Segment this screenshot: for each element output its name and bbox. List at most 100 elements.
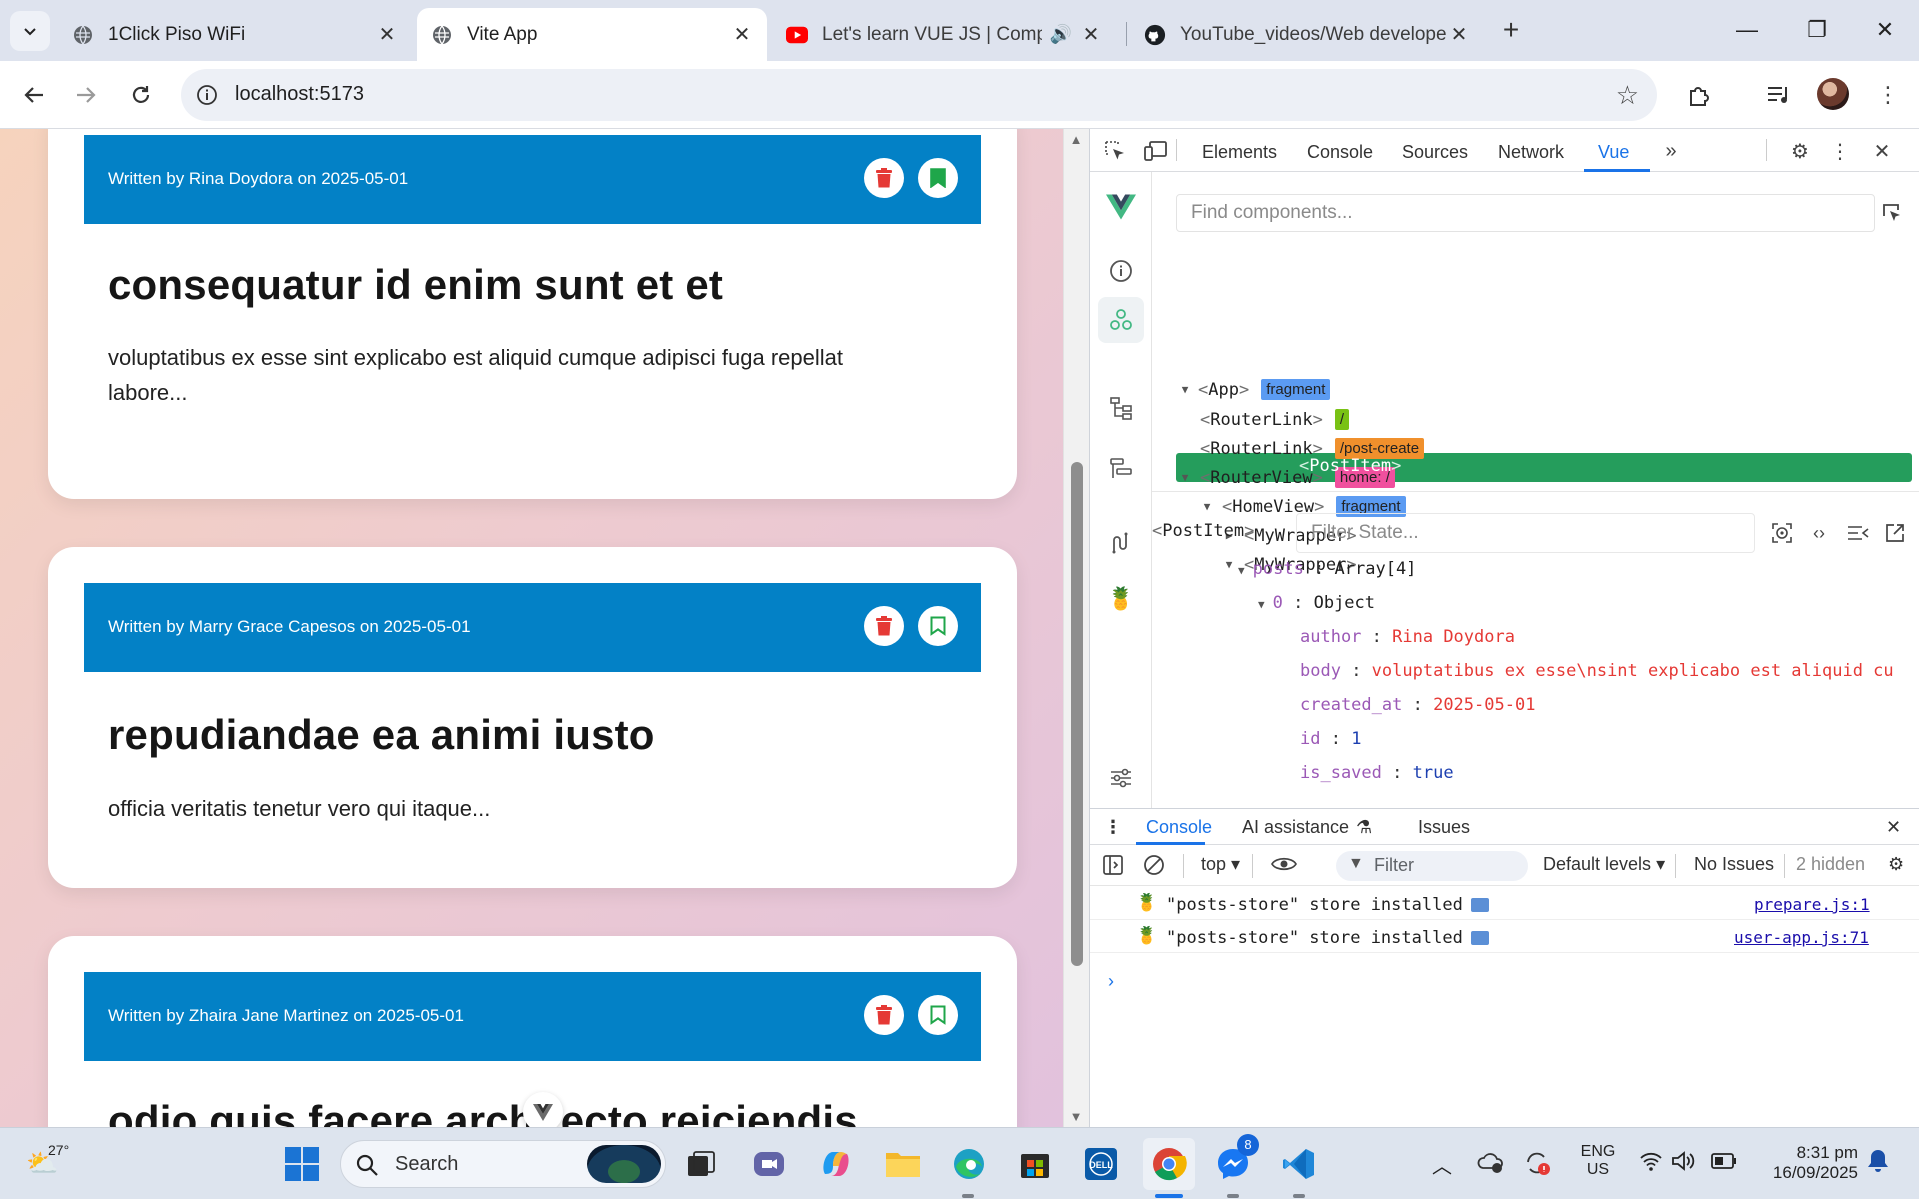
log-source-link[interactable]: user-app.js:71 — [1734, 928, 1869, 947]
caret-down-icon[interactable]: ▼ — [1238, 564, 1245, 577]
teams-meet-button[interactable] — [747, 1142, 791, 1186]
volume-icon[interactable] — [1671, 1150, 1697, 1177]
state-prop-id[interactable]: id : 1 — [1300, 729, 1361, 749]
state-prop-author[interactable]: author : Rina Doydora — [1300, 627, 1515, 647]
tree-node-postitem-label[interactable]: <PostItem> — [1299, 456, 1401, 476]
task-view-button[interactable] — [679, 1142, 723, 1186]
copilot-button[interactable] — [814, 1142, 858, 1186]
close-icon[interactable]: ✕ — [1448, 22, 1470, 47]
filter-state-input[interactable] — [1296, 513, 1755, 553]
page-scroll-thumb[interactable] — [1071, 462, 1083, 966]
reload-button[interactable] — [121, 75, 161, 115]
info-icon[interactable] — [1106, 256, 1136, 286]
caret-down-icon[interactable]: ▼ — [1200, 500, 1214, 513]
vue-devtools-toggle[interactable] — [523, 1092, 563, 1127]
scroll-down-icon[interactable]: ▼ — [1068, 1109, 1084, 1124]
scroll-up-icon[interactable]: ▲ — [1068, 132, 1084, 147]
minimize-button[interactable]: — — [1727, 12, 1767, 48]
caret-down-icon[interactable]: ▼ — [1222, 558, 1236, 571]
tree-node-routerlink[interactable]: < RouterLink > / — [1152, 405, 1919, 434]
delete-button[interactable] — [864, 995, 904, 1035]
state-posts-row[interactable]: ▼ posts : Array[4] — [1238, 559, 1416, 579]
forward-button[interactable] — [66, 75, 106, 115]
window-close-button[interactable]: ✕ — [1865, 12, 1905, 48]
delete-button[interactable] — [864, 606, 904, 646]
find-components-input[interactable] — [1176, 194, 1875, 232]
state-prop-created-at[interactable]: created_at : 2025-05-01 — [1300, 695, 1535, 715]
chrome-button[interactable] — [1143, 1138, 1195, 1190]
address-bar[interactable]: localhost:5173 ☆ — [181, 69, 1657, 121]
weather-widget[interactable]: ⛅ 27° — [26, 1142, 106, 1184]
battery-icon[interactable] — [1711, 1152, 1737, 1175]
file-explorer-button[interactable] — [881, 1142, 925, 1186]
devtools-tab-network[interactable]: Network — [1498, 142, 1564, 163]
state-index-row[interactable]: ▼ 0 : Object — [1258, 593, 1375, 613]
router-icon[interactable] — [1106, 528, 1136, 558]
bookmark-button[interactable] — [918, 158, 958, 198]
device-toolbar-icon[interactable] — [1143, 138, 1169, 164]
delete-button[interactable] — [864, 158, 904, 198]
live-expression-icon[interactable] — [1270, 854, 1298, 879]
components-icon[interactable] — [1098, 297, 1144, 343]
new-tab-button[interactable]: + — [1494, 14, 1528, 48]
state-prop-body[interactable]: body : voluptatibus ex esse\nsint explic… — [1300, 661, 1919, 681]
close-icon[interactable]: ✕ — [1886, 817, 1901, 838]
state-prop-is-saved[interactable]: is_saved : true — [1300, 763, 1454, 783]
messenger-button[interactable]: 8 — [1211, 1134, 1259, 1186]
wifi-icon[interactable] — [1639, 1150, 1663, 1177]
pinia-icon[interactable]: 🍍 — [1106, 584, 1136, 614]
profile-avatar[interactable] — [1817, 78, 1849, 110]
media-control-icon[interactable] — [1761, 77, 1797, 113]
caret-down-icon[interactable]: ▼ — [1178, 383, 1192, 396]
language-indicator[interactable]: ENG US — [1578, 1143, 1618, 1179]
gear-icon[interactable]: ⚙ — [1888, 854, 1904, 875]
bookmark-button[interactable] — [918, 606, 958, 646]
speaker-icon[interactable]: 🔊 — [1050, 24, 1072, 45]
tree-node-app[interactable]: ▼ < App > fragment — [1152, 375, 1919, 404]
start-button[interactable] — [280, 1142, 324, 1186]
extensions-icon[interactable] — [1681, 77, 1717, 113]
caret-down-icon[interactable]: ▼ — [1258, 598, 1265, 611]
browser-tab-youtube[interactable]: Let's learn VUE JS | Compos 🔊 ✕ — [772, 8, 1116, 61]
taskbar-search[interactable]: Search — [340, 1140, 666, 1188]
devtools-tab-vue[interactable]: Vue — [1598, 142, 1629, 163]
close-icon[interactable]: ✕ — [1869, 138, 1895, 164]
back-button[interactable] — [14, 75, 54, 115]
browser-tab-piso-wifi[interactable]: 1Click Piso WiFi ✕ — [58, 8, 412, 61]
find-components-field[interactable] — [1177, 195, 1874, 231]
log-source-link[interactable]: prepare.js:1 — [1754, 895, 1870, 914]
drawer-tab-console[interactable]: Console — [1146, 817, 1212, 838]
bookmark-star-icon[interactable]: ☆ — [1616, 80, 1639, 111]
context-select[interactable]: top ▾ — [1201, 854, 1240, 875]
clear-console-icon[interactable] — [1143, 854, 1165, 881]
tab-search-button[interactable] — [10, 11, 50, 51]
more-menu-icon[interactable]: ⋮ — [1870, 77, 1906, 113]
scroll-to-component-icon[interactable] — [1769, 520, 1795, 546]
close-icon[interactable]: ✕ — [376, 22, 398, 47]
console-filter-input[interactable]: ▼ Filter — [1336, 851, 1528, 881]
drawer-tab-issues[interactable]: Issues — [1418, 817, 1470, 838]
close-icon[interactable]: ✕ — [1080, 22, 1102, 47]
filter-state-field[interactable] — [1297, 514, 1754, 552]
sync-error-icon[interactable] — [1524, 1150, 1552, 1181]
gear-icon[interactable]: ⚙ — [1787, 138, 1813, 164]
code-icon[interactable]: ‹› — [1806, 520, 1832, 546]
onedrive-sync-icon[interactable] — [1477, 1150, 1505, 1179]
restore-button[interactable]: ❐ — [1797, 12, 1837, 48]
clock[interactable]: 8:31 pm 16/09/2025 — [1758, 1143, 1858, 1183]
edge-button[interactable] — [947, 1142, 991, 1186]
chevron-up-icon[interactable]: ︿ — [1432, 1150, 1452, 1179]
console-prompt-icon[interactable]: › — [1108, 971, 1114, 992]
more-tabs-icon[interactable]: » — [1658, 138, 1684, 164]
settings-sliders-icon[interactable] — [1106, 763, 1136, 793]
browser-tab-github[interactable]: YouTube_videos/Web develope ✕ — [1130, 8, 1484, 61]
vscode-button[interactable] — [1277, 1142, 1321, 1186]
notification-bell-icon[interactable] — [1866, 1148, 1890, 1179]
sidebar-toggle-icon[interactable] — [1102, 854, 1124, 881]
site-info-icon[interactable] — [195, 83, 219, 107]
open-in-editor-icon[interactable] — [1882, 520, 1908, 546]
store-button[interactable] — [1013, 1142, 1057, 1186]
issues-count[interactable]: No Issues — [1694, 854, 1774, 875]
devtools-tab-elements[interactable]: Elements — [1202, 142, 1277, 163]
bookmark-button[interactable] — [918, 995, 958, 1035]
